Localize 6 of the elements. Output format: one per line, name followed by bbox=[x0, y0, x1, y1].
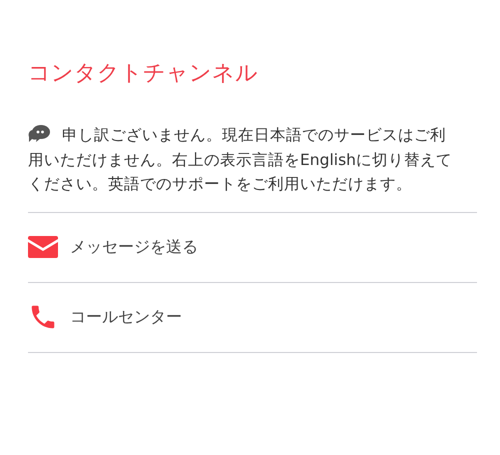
channel-link[interactable]: コールセンター bbox=[70, 305, 182, 329]
chat-bubbles-icon bbox=[28, 124, 50, 144]
section-title: コンタクトチャンネル bbox=[28, 60, 259, 88]
envelope-icon bbox=[28, 236, 58, 258]
notice-text: 申し訳ございません。現在日本語でのサービスはご利用いただけません。右上の表示言語をEnglishに切り替えてください。英語でのサポートをご利用いただけます。 bbox=[28, 123, 453, 195]
channel-link[interactable]: メッセージを送る bbox=[70, 235, 198, 259]
